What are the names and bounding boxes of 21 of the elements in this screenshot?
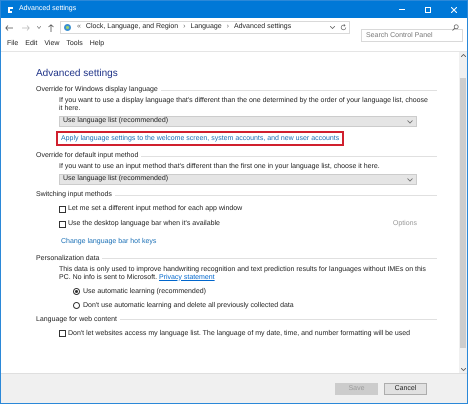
control-panel-icon [63,23,72,32]
scroll-down-icon[interactable] [460,368,466,371]
up-arrow-icon[interactable] [48,24,54,32]
back-icon[interactable] [5,24,13,30]
close-icon [451,6,457,12]
chevron-down-icon[interactable] [330,26,335,29]
app-icon [7,6,14,14]
minimize-icon [399,9,405,10]
checkbox[interactable] [59,206,66,212]
refresh-icon[interactable] [340,24,347,31]
checkbox[interactable] [59,220,66,228]
radio-button[interactable] [73,302,80,309]
search-icon [452,24,459,31]
maximize-icon [425,6,431,12]
chevron-down-icon[interactable] [37,26,41,29]
checkbox[interactable] [59,330,66,337]
chevron-down-icon [407,178,413,182]
radio-button[interactable] [73,288,80,295]
page-heading: Advanced settings [36,68,119,80]
chevron-down-icon [407,120,413,124]
scroll-up-icon[interactable] [460,54,466,57]
